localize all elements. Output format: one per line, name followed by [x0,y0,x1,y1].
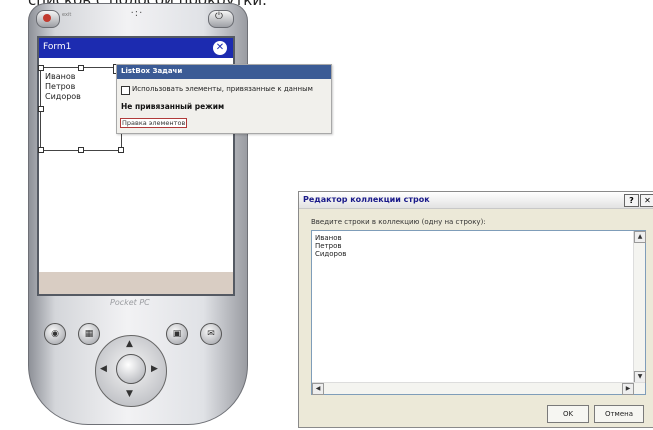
vertical-scrollbar[interactable]: ▲ ▼ [633,231,646,394]
scroll-right-icon[interactable]: ▶ [622,383,634,395]
menu-strip [39,272,233,294]
scroll-up-icon[interactable]: ▲ [634,231,646,243]
contacts-button-icon[interactable]: ▦ [78,323,100,345]
help-icon[interactable]: ? [624,194,639,207]
dpad-left-icon[interactable]: ◀ [100,364,107,374]
textarea-line: Петров [315,242,342,250]
listbox-control[interactable]: Иванов Петров Сидоров [38,65,124,153]
databound-checkbox-label[interactable]: Использовать элементы, привязанные к дан… [132,85,313,93]
string-collection-editor: Редактор коллекции строк ? ✕ Введите стр… [298,191,653,428]
dialog-prompt: Введите строки в коллекцию (одну на стро… [311,218,486,226]
form-titlebar: Form1 ✕ [39,38,233,58]
resize-handle[interactable] [38,65,44,71]
inbox-button-icon[interactable]: ▣ [166,323,188,345]
textarea-line: Иванов [315,234,342,242]
listbox-item[interactable]: Сидоров [45,92,81,101]
scroll-left-icon[interactable]: ◀ [312,383,324,395]
dpad-down-icon[interactable]: ▼ [126,389,133,399]
resize-handle[interactable] [38,147,44,153]
edit-items-link[interactable]: Правка элементов [120,118,188,128]
dpad-right-icon[interactable]: ▶ [151,364,158,374]
ok-button[interactable]: OK [547,405,589,423]
dpad-up-icon[interactable]: ▲ [126,339,133,349]
cancel-button[interactable]: Отмена [594,405,644,423]
resize-handle[interactable] [38,106,44,112]
listbox-tasks-panel: ListBox Задачи Использовать элементы, пр… [116,64,332,134]
horizontal-scrollbar[interactable]: ◀ ▶ [312,382,645,395]
textarea-line: Сидоров [315,250,347,258]
calendar-button-icon[interactable]: ◉ [44,323,66,345]
tasks-title: ListBox Задачи [121,67,183,75]
tasks-header: ListBox Задачи [117,65,331,79]
dpad-center-button[interactable] [116,354,146,384]
resize-handle[interactable] [118,147,124,153]
form-title: Form1 [43,42,72,52]
power-label: exit [62,12,72,18]
listbox-item[interactable]: Петров [45,82,75,91]
sync-button[interactable] [208,10,234,28]
brand-logo: Pocket PC [110,298,150,307]
databound-checkbox[interactable] [121,86,130,95]
dialog-titlebar: Редактор коллекции строк ? ✕ [299,192,653,209]
dialog-title: Редактор коллекции строк [303,195,430,204]
resize-handle[interactable] [78,147,84,153]
pda-top-bar: exit ·:· [36,6,236,34]
strings-textarea[interactable]: Иванов Петров Сидоров ▲ ▼ ◀ ▶ [311,230,646,395]
listbox-item[interactable]: Иванов [45,72,75,81]
tasks-button-icon[interactable]: ✉ [200,323,222,345]
unbound-mode-label: Не привязанный режим [121,102,225,111]
power-button[interactable] [36,10,60,28]
close-icon[interactable]: ✕ [640,194,653,207]
close-icon[interactable]: ✕ [213,41,227,55]
resize-handle[interactable] [78,65,84,71]
speaker-icon: ·:· [130,8,144,19]
